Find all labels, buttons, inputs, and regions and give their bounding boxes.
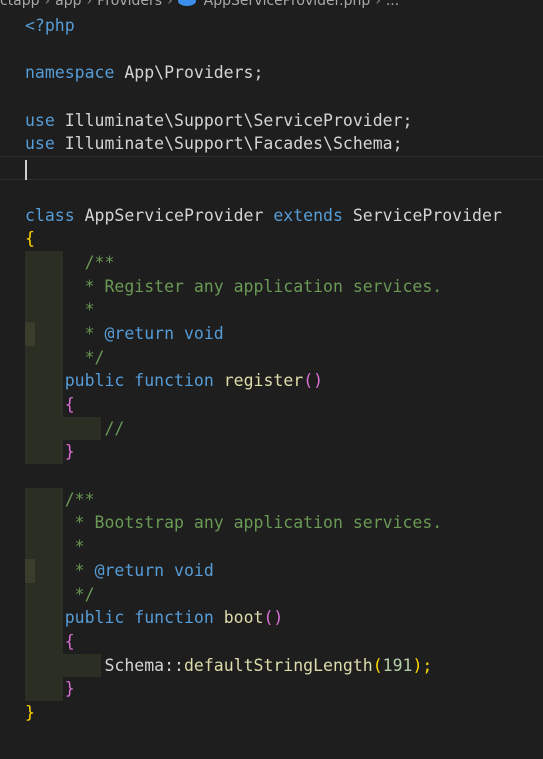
breadcrumb-separator-icon: › <box>86 0 93 8</box>
doc-comment-prefix: * <box>64 560 95 580</box>
line-comment: // <box>104 418 125 438</box>
function-keyword: function <box>134 371 214 391</box>
breadcrumb-item-app[interactable]: app <box>55 0 81 8</box>
code-line: // <box>0 416 543 441</box>
breadcrumb-item-providers[interactable]: Providers <box>97 0 162 8</box>
doc-comment-text: * Bootstrap any application services. <box>64 513 443 533</box>
php-file-icon <box>177 0 196 6</box>
function-parens: () <box>303 371 324 391</box>
current-line[interactable] <box>0 156 543 180</box>
doc-comment-close: */ <box>74 347 105 367</box>
code-line: { <box>0 393 543 417</box>
code-line: * <box>0 298 543 322</box>
doc-comment-open: /** <box>64 489 95 509</box>
code-line: public function register() <box>0 369 543 393</box>
code-line: } <box>0 440 543 465</box>
code-line: public function boot() <box>0 606 543 630</box>
default-string-length-fn: defaultStringLength <box>183 655 373 675</box>
extends-keyword: extends <box>273 205 343 225</box>
namespace-name: App\Providers; <box>124 63 264 83</box>
breadcrumb-item-file[interactable]: AppServiceProvider.php <box>204 0 371 8</box>
code-line: Schema::defaultStringLength(191); <box>0 653 543 678</box>
doc-return-type: void <box>174 323 224 343</box>
php-open-tag: <?php <box>25 16 75 35</box>
text-cursor <box>25 159 27 180</box>
breadcrumb[interactable]: ctapp › app › Providers › AppServiceProv… <box>0 0 399 8</box>
doc-comment-close: */ <box>64 584 95 604</box>
code-line: use Illuminate\Support\ServiceProvider; <box>0 109 543 133</box>
public-keyword: public <box>64 371 125 391</box>
function-parens: () <box>263 608 284 628</box>
schema-class-call: Schema:: <box>104 655 184 675</box>
code-line: */ <box>0 582 543 607</box>
code-line: <?php <box>0 14 543 38</box>
function-name-boot: boot <box>223 608 264 628</box>
breadcrumb-separator-icon: › <box>167 0 173 8</box>
code-line: namespace App\Providers; <box>0 61 543 85</box>
method-brace-open: { <box>64 631 75 651</box>
numeric-argument: 191 <box>382 655 413 675</box>
code-line: { <box>0 629 543 654</box>
doc-comment-star: * <box>64 537 85 557</box>
breadcrumb-separator-icon: › <box>375 0 381 8</box>
code-line: /** <box>0 487 543 512</box>
public-keyword: public <box>64 608 125 628</box>
code-line: * @return void <box>0 558 543 583</box>
doc-return-tag: @return <box>94 560 165 580</box>
namespace-keyword: namespace <box>25 63 115 83</box>
class-brace-open: { <box>25 229 35 249</box>
method-brace-open: { <box>64 395 75 414</box>
code-line: } <box>0 701 543 725</box>
class-keyword: class <box>25 205 75 225</box>
function-name-register: register <box>223 371 304 391</box>
code-editor[interactable]: <?php namespace App\Providers; use Illum… <box>0 14 543 725</box>
doc-comment-open: /** <box>84 252 115 272</box>
code-line: * Bootstrap any application services. <box>0 511 543 536</box>
breadcrumb-separator-icon: › <box>44 0 51 8</box>
code-line: class AppServiceProvider extends Service… <box>0 204 543 228</box>
method-brace-close: } <box>64 679 75 699</box>
code-line: { <box>0 227 543 251</box>
parent-class-name: ServiceProvider <box>352 205 502 225</box>
code-line: use Illuminate\Support\Facades\Schema; <box>0 132 543 156</box>
call-paren-close: ); <box>412 655 433 675</box>
code-line: * Register any application services. <box>0 274 543 299</box>
function-keyword: function <box>134 608 214 628</box>
code-line: * <box>0 535 543 559</box>
class-brace-close: } <box>25 702 35 722</box>
breadcrumb-item-ctapp[interactable]: ctapp <box>0 0 40 8</box>
code-line: */ <box>0 345 543 370</box>
use-statement: Illuminate\Support\ServiceProvider; <box>64 110 413 130</box>
doc-return-type: void <box>164 560 214 580</box>
doc-comment-text: * Register any application services. <box>74 276 443 296</box>
doc-comment-star: * <box>74 300 95 320</box>
code-line: * @return void <box>0 321 543 346</box>
use-keyword: use <box>25 110 55 130</box>
doc-comment-prefix: * <box>74 323 105 343</box>
call-paren-open: ( <box>372 655 383 675</box>
code-line: } <box>0 677 543 701</box>
doc-return-tag: @return <box>104 323 175 343</box>
use-statement: Illuminate\Support\Facades\Schema; <box>64 134 403 154</box>
method-brace-close: } <box>64 442 75 462</box>
class-name: AppServiceProvider <box>84 205 264 225</box>
use-keyword: use <box>25 134 55 154</box>
code-line: /** <box>0 250 543 275</box>
breadcrumb-ellipsis[interactable]: ... <box>386 0 399 8</box>
